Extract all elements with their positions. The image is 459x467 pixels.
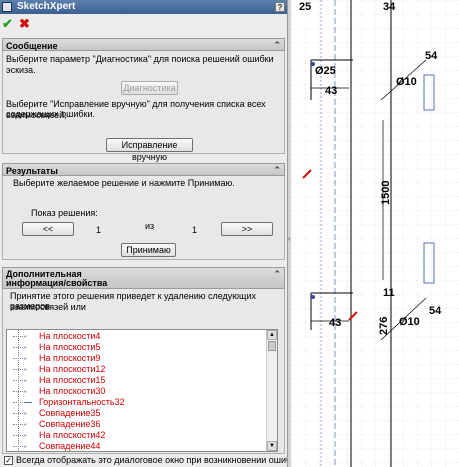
message-section-title: Сообщение <box>6 41 58 51</box>
coincident-icon: ◦ <box>24 409 27 418</box>
info-text-1: Принятие этого решения приведет к удален… <box>10 291 256 312</box>
list-item[interactable]: ◦ На плоскости12 <box>7 364 267 375</box>
results-section-body: Выберите желаемое решение и нажмите Прин… <box>2 176 285 260</box>
x-icon[interactable]: ✖ <box>19 16 30 32</box>
dim-label: Ø25 <box>315 65 336 77</box>
results-section-title: Результаты <box>6 166 58 176</box>
list-item[interactable]: ◦ Совпадение36 <box>7 419 267 430</box>
accept-button[interactable]: Принимаю <box>121 243 176 257</box>
list-item[interactable]: ◦ На плоскости9 <box>7 353 267 364</box>
relation-icon: ◦ <box>24 387 27 396</box>
coincident-icon: ◦ <box>24 420 27 429</box>
dim-label: 34 <box>383 1 396 13</box>
current-solution-number: 1 <box>96 225 102 235</box>
message-section-header[interactable]: Сообщение ⌃ <box>2 38 285 51</box>
ok-cancel-bar: ✔ ✖ <box>2 16 42 32</box>
diagnose-button[interactable]: Диагностика <box>121 81 178 95</box>
relation-icon: ◦ <box>24 365 27 374</box>
check-icon[interactable]: ✔ <box>2 16 13 32</box>
results-section-header[interactable]: Результаты ⌃ <box>2 163 285 176</box>
dim-label: 54 <box>429 305 442 317</box>
relation-icon: ◦ <box>24 332 27 341</box>
list-item[interactable]: ◦ Совпадение44 <box>7 441 267 451</box>
message-text-manual-2: содержащих ошибки. <box>6 109 96 119</box>
dim-label: 54 <box>425 50 438 62</box>
sketch-drawing: 25 34 43 Ø25 Ø10 54 1500 11 276 43 Ø10 5… <box>291 0 459 467</box>
dim-label: Ø10 <box>399 316 420 328</box>
dim-label: 11 <box>383 287 395 299</box>
scroll-up-icon[interactable]: ▲ <box>267 330 277 340</box>
results-instruction: Выберите желаемое решение и нажмите Прин… <box>13 178 235 188</box>
collapse-icon[interactable]: ⌃ <box>273 269 281 280</box>
info-text-2: размеров <box>10 301 51 311</box>
message-section-body: Выберите параметр "Диагностика" для поис… <box>2 51 285 162</box>
show-solution-label: Показ решения: <box>31 208 98 218</box>
relations-list[interactable]: ◦ На плоскости4 ◦ На плоскости5 ◦ На плоско… <box>6 329 278 452</box>
always-show-checkbox[interactable]: ✓ <box>4 456 13 465</box>
next-solution-button[interactable]: >> <box>221 222 273 236</box>
relation-icon: ◦ <box>24 354 27 363</box>
info-section-header[interactable]: Дополнительная информация/свойства ⌃ <box>2 267 285 289</box>
sketchxpert-icon <box>2 2 12 12</box>
collapse-icon[interactable]: ⌃ <box>273 165 281 176</box>
total-solutions-number: 1 <box>192 225 198 235</box>
collapse-icon[interactable]: ⌃ <box>273 40 281 51</box>
dim-label: 1500 <box>380 181 392 205</box>
message-text-diagnose: Выберите параметр "Диагностика" для поис… <box>6 54 274 75</box>
list-item[interactable]: ◦ На плоскости30 <box>7 386 267 397</box>
help-button[interactable]: ? <box>275 2 285 12</box>
horizontal-icon: — <box>24 398 32 407</box>
list-item[interactable]: ◦ На плоскости15 <box>7 375 267 386</box>
of-label: из <box>145 221 155 231</box>
sketchxpert-panel: SketchXpert ? ✔ ✖ Сообщение ⌃ Выберите п… <box>0 0 287 467</box>
sketch-canvas[interactable]: 25 34 43 Ø25 Ø10 54 1500 11 276 43 Ø10 5… <box>291 0 459 467</box>
scroll-down-icon[interactable]: ▼ <box>267 441 277 451</box>
previous-solution-button[interactable]: << <box>22 222 74 236</box>
dim-label: 43 <box>325 85 337 97</box>
dim-label: 276 <box>378 317 390 335</box>
dim-label: 25 <box>299 1 311 13</box>
info-section-title-2: информация/свойства <box>6 278 108 288</box>
manual-fix-button[interactable]: Исправление вручную <box>106 138 193 162</box>
relation-icon: ◦ <box>24 431 27 440</box>
list-item[interactable]: ◦ Совпадение35 <box>7 408 267 419</box>
relation-icon: ◦ <box>24 376 27 385</box>
list-item[interactable]: ◦ На плоскости4 <box>7 331 267 342</box>
title-bar: SketchXpert ? <box>0 0 287 14</box>
always-show-label: Всегда отображать это диалоговое окно пр… <box>16 455 287 465</box>
list-item[interactable]: ◦ На плоскости5 <box>7 342 267 353</box>
dim-label: 43 <box>329 317 341 329</box>
window-title: SketchXpert <box>17 1 76 12</box>
list-item[interactable]: ◦ На плоскости42 <box>7 430 267 441</box>
list-scrollbar[interactable]: ▲ ▼ <box>266 330 277 451</box>
dim-label: Ø10 <box>396 76 417 88</box>
splitter-arrow-icon[interactable]: ‹ <box>288 236 290 243</box>
relation-icon: ◦ <box>24 343 27 352</box>
coincident-icon: ◦ <box>24 442 27 451</box>
list-item[interactable]: — Горизонтальность32 <box>7 397 267 408</box>
scroll-thumb[interactable] <box>268 341 276 351</box>
